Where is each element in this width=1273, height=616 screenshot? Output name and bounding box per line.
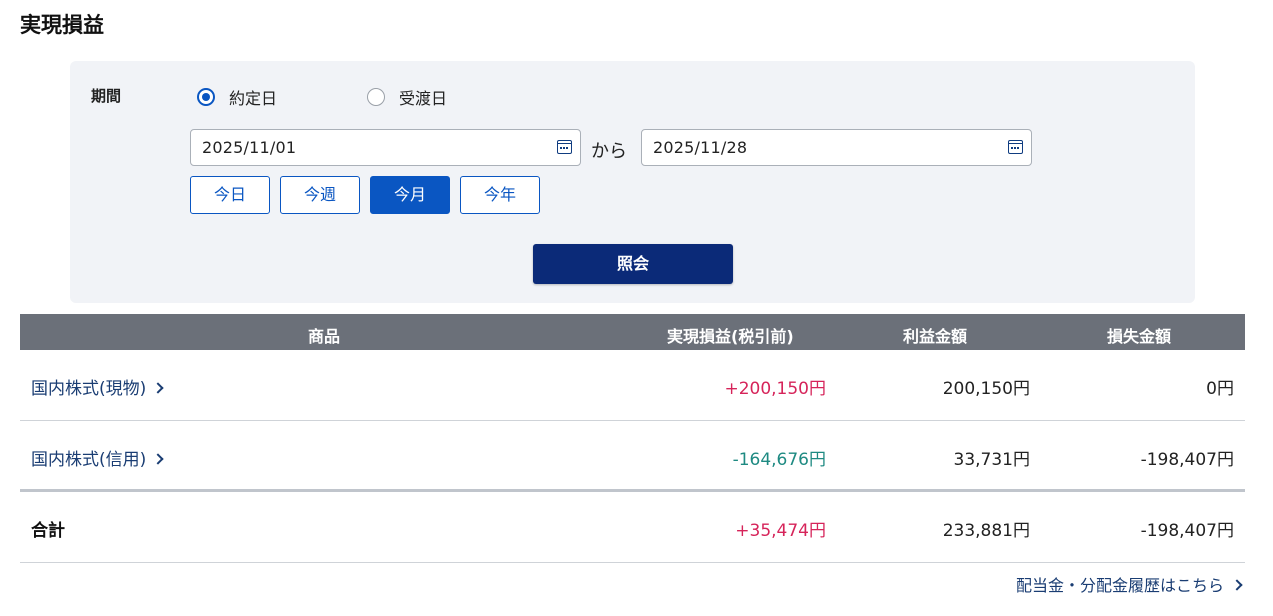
date-to-input[interactable]: 2025/11/28	[641, 129, 1032, 166]
date-range-connector: から	[591, 141, 627, 162]
pnl-value: +200,150円	[724, 379, 826, 399]
submit-button[interactable]: 照会	[533, 244, 733, 284]
product-link-margin[interactable]: 国内株式(信用)	[31, 445, 164, 470]
total-pnl-value: +35,474円	[735, 521, 826, 541]
this-month-button[interactable]: 今月	[370, 176, 450, 214]
date-from-input[interactable]: 2025/11/01	[190, 129, 581, 166]
header-product: 商品	[308, 327, 341, 346]
chevron-right-icon[interactable]	[1231, 579, 1243, 591]
total-label: 合計	[31, 521, 65, 541]
this-week-button[interactable]: 今週	[280, 176, 360, 214]
chevron-right-icon[interactable]	[152, 453, 164, 465]
radio-settlement-date-circle[interactable]	[367, 88, 385, 106]
product-link-cash-label[interactable]: 国内株式(現物)	[31, 379, 146, 399]
total-row: 合計 +35,474円 233,881円 -198,407円	[20, 492, 1245, 563]
product-link-cash[interactable]: 国内株式(現物)	[31, 374, 164, 399]
profit-value: 200,150円	[942, 379, 1030, 399]
loss-value: 0円	[1206, 379, 1234, 399]
loss-value: -198,407円	[1140, 450, 1234, 470]
radio-trade-date-label: 約定日	[229, 89, 278, 108]
today-button[interactable]: 今日	[190, 176, 270, 214]
radio-trade-date[interactable]: 約定日	[197, 85, 277, 109]
pnl-value: -164,676円	[732, 450, 826, 470]
header-profit: 利益金額	[903, 327, 968, 346]
calendar-icon[interactable]	[1008, 140, 1023, 154]
pnl-table: 商品 実現損益(税引前) 利益金額 損失金額 国内株式(現物) +200,150…	[20, 314, 1245, 563]
table-row: 国内株式(信用) -164,676円 33,731円 -198,407円	[20, 421, 1245, 492]
radio-settlement-date[interactable]: 受渡日	[367, 85, 447, 109]
calendar-icon[interactable]	[557, 140, 572, 154]
date-from-value[interactable]: 2025/11/01	[202, 138, 296, 157]
dividend-history-link-label[interactable]: 配当金・分配金履歴はこちら	[1016, 576, 1224, 595]
period-label: 期間	[91, 87, 122, 105]
radio-settlement-date-label: 受渡日	[399, 89, 448, 108]
table-row: 国内株式(現物) +200,150円 200,150円 0円	[20, 350, 1245, 421]
total-loss-value: -198,407円	[1140, 521, 1234, 541]
filter-panel: 期間 約定日 受渡日 2025/11/01 から 2025/11/28 今日 今…	[70, 61, 1195, 303]
radio-trade-date-circle[interactable]	[197, 88, 215, 106]
header-loss: 損失金額	[1107, 327, 1172, 346]
profit-value: 33,731円	[953, 450, 1030, 470]
date-to-value[interactable]: 2025/11/28	[653, 138, 747, 157]
chevron-right-icon[interactable]	[152, 382, 164, 394]
this-year-button[interactable]: 今年	[460, 176, 540, 214]
dividend-history-link[interactable]: 配当金・分配金履歴はこちら	[1016, 572, 1243, 596]
table-header: 商品 実現損益(税引前) 利益金額 損失金額	[20, 314, 1245, 350]
total-profit-value: 233,881円	[942, 521, 1030, 541]
page-title: 実現損益	[20, 13, 104, 37]
header-pnl: 実現損益(税引前)	[667, 327, 794, 346]
product-link-margin-label[interactable]: 国内株式(信用)	[31, 450, 146, 470]
